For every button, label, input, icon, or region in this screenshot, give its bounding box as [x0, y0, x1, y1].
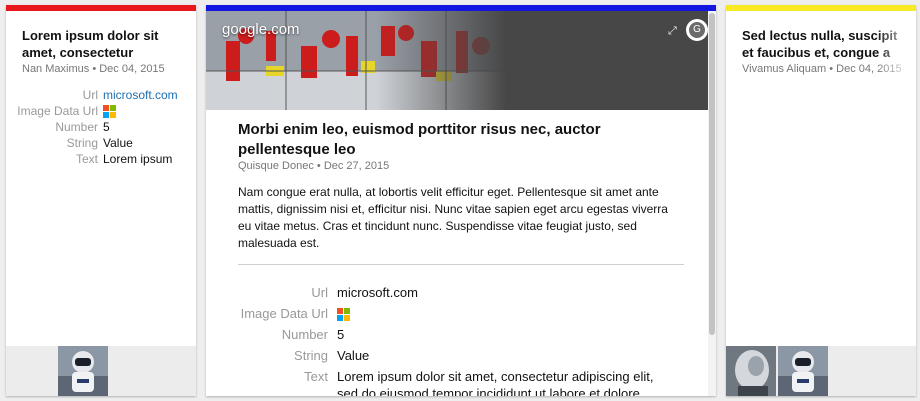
field-row-text: Text Lorem ipsum [6, 151, 178, 167]
field-label: Image Data Url [17, 104, 98, 118]
card-fields: Url microsoft.com Image Data Url Number … [206, 282, 706, 396]
android-thumbnail[interactable] [726, 346, 776, 396]
field-row-number: Number 5 [6, 119, 178, 135]
url-link[interactable]: microsoft.com [103, 87, 178, 103]
card-date: Dec 27, 2015 [323, 160, 390, 172]
field-label: Url [311, 285, 328, 300]
card-author: Vivamus Aliquam [742, 63, 827, 75]
microsoft-logo-icon [103, 105, 116, 119]
field-row-image: Image Data Url [206, 303, 706, 324]
robot-thumbnail[interactable] [778, 346, 828, 396]
image-value [337, 303, 706, 324]
field-value: 5 [103, 120, 110, 134]
field-row-text: Text Lorem ipsum dolor sit amet, consect… [206, 366, 706, 396]
card-title[interactable]: Morbi enim leo, euismod porttitor risus … [238, 120, 658, 160]
scrollbar-thumb[interactable] [709, 13, 715, 335]
card-footer [726, 346, 916, 396]
card-left[interactable]: Lorem ipsum dolor sit amet, consectetur … [6, 5, 196, 396]
card-footer [6, 346, 196, 396]
field-row-number: Number 5 [206, 324, 706, 345]
field-label: Text [75, 152, 98, 166]
field-label: Url [82, 88, 98, 102]
field-value: Lorem ipsum [103, 152, 173, 166]
field-row-url: Url microsoft.com [6, 87, 178, 103]
card-author: Quisque Donec [238, 160, 314, 172]
microsoft-logo-icon [337, 308, 350, 322]
field-label: String [66, 136, 98, 150]
scrollbar[interactable] [708, 11, 716, 396]
card-hero-image[interactable]: google.com ⤢ G [206, 11, 708, 110]
field-value: Value [103, 136, 133, 150]
image-value [103, 103, 178, 119]
field-label: Number [55, 120, 98, 134]
field-value: Lorem ipsum dolor sit amet, consectetur … [337, 369, 654, 396]
field-label: Number [281, 327, 328, 342]
expand-icon[interactable]: ⤢ [668, 25, 677, 38]
google-badge-icon[interactable]: G [686, 19, 708, 41]
card-title[interactable]: Lorem ipsum dolor sit amet, consectetur [22, 27, 187, 61]
card-date: Dec 04, 2015 [99, 63, 165, 75]
field-label: Image Data Url [240, 306, 328, 321]
url-link[interactable]: microsoft.com [337, 282, 706, 303]
field-label: Text [304, 369, 328, 384]
field-row-url: Url microsoft.com [206, 282, 706, 303]
card-author: Nan Maximus [22, 63, 90, 75]
field-value: Value [337, 348, 370, 363]
card-fields: Url microsoft.com Image Data Url Number … [6, 87, 178, 167]
field-row-string: String Value [206, 345, 706, 366]
card-meta: Quisque Donec • Dec 27, 2015 [238, 160, 390, 172]
field-value: 5 [337, 327, 345, 342]
text-fade-overlay [876, 25, 916, 85]
card-center[interactable]: google.com ⤢ G Morbi enim leo, euismod p… [206, 5, 716, 396]
card-description: Nam congue erat nulla, at lobortis velit… [238, 185, 668, 250]
divider [238, 264, 684, 265]
field-row-string: String Value [6, 135, 178, 151]
robot-thumbnail[interactable] [58, 346, 108, 396]
card-domain[interactable]: google.com [222, 21, 300, 38]
field-label: String [294, 348, 328, 363]
card-meta: Nan Maximus • Dec 04, 2015 [22, 63, 165, 75]
field-row-image: Image Data Url [6, 103, 178, 119]
card-accent-bar [6, 5, 196, 11]
card-accent-bar [726, 5, 916, 11]
card-right[interactable]: Sed lectus nulla, suscipit et faucibus e… [726, 5, 916, 396]
